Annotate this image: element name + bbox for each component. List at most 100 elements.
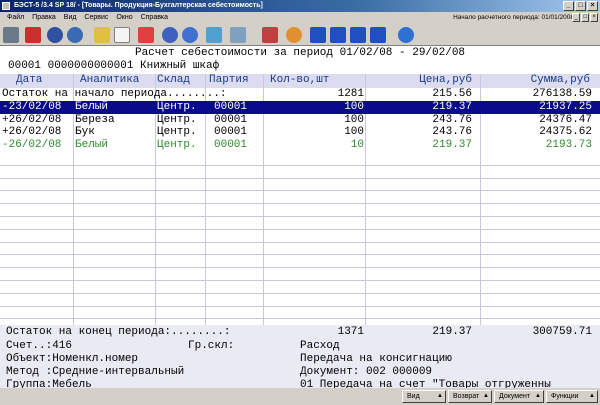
row-sum: 21937.25 [539,100,592,113]
toolbar [0,24,600,46]
details-panel: Остаток на конец периода:........: 1371 … [0,325,600,391]
object-field: Объект:Номенкл.номер [6,353,139,365]
row-price: 219.37 [432,139,472,152]
status-bar: Вид ▲ Возврат ▲ Документ ▲ Функции ▲ [0,388,600,405]
grid-line [0,216,600,217]
opening-label: Остаток на начало периода........: [2,88,227,100]
binoculars-icon[interactable] [67,27,83,43]
opening-balance-row[interactable]: Остаток на начало периода........: 1281 … [0,88,600,101]
return-button-label: Возврат [453,393,480,400]
cancel-filter-icon[interactable] [262,27,278,43]
search-icon[interactable] [47,27,63,43]
menu-edit[interactable]: Правка [32,14,56,21]
minimize-icon[interactable]: _ [563,1,574,11]
closing-qty: 1371 [337,326,364,338]
col-price[interactable]: Цена,руб [419,74,472,86]
grid-line [0,318,600,320]
col-batch[interactable]: Партия [209,74,249,86]
method-field: Метод :Средние-интервальный [6,366,185,378]
menu-file[interactable]: Файл [7,14,24,21]
return-button[interactable]: Возврат ▲ [448,390,492,403]
row-qty: 100 [344,126,364,139]
period-start-label: Начало расчетного периода: 01/01/2008 [453,14,574,21]
row-qty: 100 [344,113,364,126]
row-warehouse: Центр. [157,126,197,139]
help-icon[interactable] [398,27,414,43]
operation-name: Передача на консигнацию [300,353,452,365]
col-date[interactable]: Дата [16,74,42,86]
close-icon[interactable]: × [587,1,598,11]
menu-service[interactable]: Сервис [84,14,108,21]
table-row[interactable]: -26/02/08 Белый Центр. 00001 10 219.37 2… [0,139,600,152]
col-warehouse[interactable]: Склад [157,74,190,86]
report-screen: Расчет себестоимости за период 01/02/08 … [0,46,600,391]
view-button[interactable]: Вид ▲ [402,390,446,403]
app-icon [2,2,10,10]
filter-icon[interactable] [206,27,222,43]
new-document-icon[interactable] [114,27,130,43]
opening-sum: 276138.59 [532,88,592,100]
grid-line [0,241,600,243]
row-date: -23/02/08 [2,100,62,113]
next-record-icon[interactable] [350,27,366,43]
grid-line [0,203,600,205]
mdi-close-icon[interactable]: × [590,13,598,22]
row-analytics: Белый [75,139,109,152]
operation-type: Расход [300,340,340,352]
table-row[interactable]: +26/02/08 Бук Центр. 00001 100 243.76 24… [0,126,600,139]
mdi-minimize-icon[interactable]: _ [572,13,580,22]
find-next-icon[interactable] [182,27,198,43]
edit-icon[interactable] [94,27,110,43]
data-grid: Остаток на начало периода........: 1281 … [0,88,600,326]
row-sum: 2193.73 [545,139,592,152]
col-qty[interactable]: Кол-во,шт [270,74,329,86]
table-row[interactable]: +26/02/08 Береза Центр. 00001 100 243.76… [0,114,600,127]
menu-window[interactable]: Окно [116,14,132,21]
calendar-icon[interactable] [25,27,41,43]
grid-line [0,228,600,230]
closing-price: 219.37 [432,326,472,338]
refresh-icon[interactable] [286,27,302,43]
dropdown-arrow-icon: ▲ [535,393,541,399]
row-date: -26/02/08 [2,139,62,152]
menu-help[interactable]: Справка [141,14,168,21]
row-date: +26/02/08 [2,113,62,126]
row-price: 243.76 [432,126,472,139]
column-header: Дата Аналитика Склад Партия Кол-во,шт Це… [0,74,600,88]
functions-button[interactable]: Функции ▲ [546,390,598,403]
document-button[interactable]: Документ ▲ [494,390,544,403]
dropdown-arrow-icon: ▲ [589,393,595,399]
mdi-restore-icon[interactable]: □ [581,13,589,22]
row-batch: 00001 [214,126,248,139]
maximize-icon[interactable]: □ [575,1,586,11]
item-name: 00001 0000000000001 Книжный шкаф [8,60,220,72]
row-batch: 00001 [214,113,248,126]
filter-options-icon[interactable] [230,27,246,43]
col-sum[interactable]: Сумма,руб [531,74,590,86]
prev-record-icon[interactable] [330,27,346,43]
row-price: 243.76 [432,113,472,126]
opening-qty: 1281 [337,88,364,100]
table-row[interactable]: -23/02/08 Белый Центр. 00001 100 219.37 … [0,100,600,114]
delete-icon[interactable] [138,27,154,43]
row-price: 219.37 [432,100,472,113]
row-date: +26/02/08 [2,126,62,139]
dropdown-arrow-icon: ▲ [483,393,489,399]
first-record-icon[interactable] [310,27,326,43]
modules-icon[interactable] [3,27,19,43]
row-batch: 00001 [214,139,248,152]
row-sum: 24376.47 [539,113,592,126]
last-record-icon[interactable] [370,27,386,43]
opening-price: 215.56 [432,88,472,100]
grid-line [0,164,600,166]
row-qty: 100 [344,100,364,113]
menu-view[interactable]: Вид [64,14,77,21]
col-analytics[interactable]: Аналитика [80,74,139,86]
row-batch: 00001 [214,100,248,113]
row-warehouse: Центр. [157,100,197,113]
window-titlebar: БЭСТ-5 /3.4 SP 18/ - [Товары. Продукция-… [0,0,600,12]
document-field: Документ: 002 000009 [300,366,433,378]
row-qty: 10 [350,139,364,152]
account-field: Счет..:416 [6,340,73,352]
find-icon[interactable] [162,27,178,43]
